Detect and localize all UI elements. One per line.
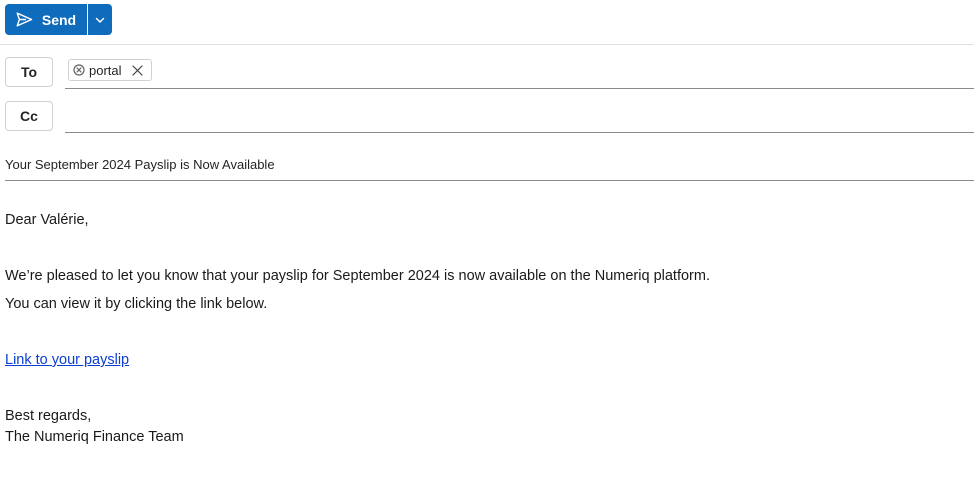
close-icon[interactable] [131, 64, 143, 76]
cc-field[interactable] [65, 99, 974, 133]
signature: The Numeriq Finance Team [5, 429, 184, 445]
send-label: Send [41, 11, 77, 28]
subject-text: Your September 2024 Payslip is Now Avail… [5, 157, 275, 172]
subject-field[interactable]: Your September 2024 Payslip is Now Avail… [5, 148, 974, 181]
cc-button[interactable]: Cc [5, 101, 53, 131]
to-button[interactable]: To [5, 57, 53, 87]
recipient-chip[interactable]: portal [68, 59, 152, 81]
paper-plane-icon [16, 12, 33, 27]
circle-x-icon [73, 64, 85, 76]
compose-toolbar: Send [0, 0, 974, 45]
closing: Best regards, [5, 408, 92, 424]
greeting: Dear Valérie, [5, 212, 89, 228]
recipient-name: portal [89, 62, 122, 78]
send-divider [87, 4, 88, 35]
to-field[interactable]: portal [65, 55, 974, 89]
body-paragraph-1: We’re pleased to let you know that your … [5, 268, 710, 284]
send-split-button: Send [5, 4, 112, 35]
send-options-button[interactable] [88, 4, 112, 35]
chevron-down-icon [95, 11, 105, 29]
send-button[interactable]: Send [5, 4, 87, 35]
payslip-link[interactable]: Link to your payslip [5, 352, 129, 368]
body-paragraph-2: You can view it by clicking the link bel… [5, 296, 268, 312]
